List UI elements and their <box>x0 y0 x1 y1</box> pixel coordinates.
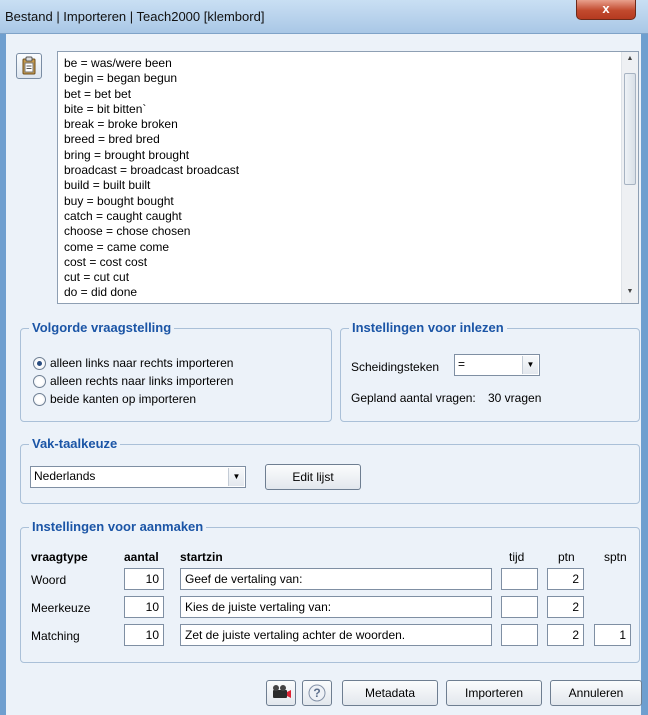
window-title: Bestand | Importeren | Teach2000 [klembo… <box>5 9 265 24</box>
radio-right-to-left-label[interactable]: alleen rechts naar links importeren <box>50 374 233 388</box>
clipboard-line: cost = cost cost <box>64 254 148 269</box>
row-matching-count[interactable]: 10 <box>124 624 164 646</box>
edit-list-button[interactable]: Edit lijst <box>265 464 361 490</box>
row-matching-spoints[interactable]: 1 <box>594 624 631 646</box>
scrollbar-thumb[interactable] <box>624 73 636 185</box>
col-header-count: aantal <box>124 550 159 564</box>
separator-value: = <box>458 357 466 371</box>
paste-clipboard-button[interactable] <box>16 53 42 79</box>
clipboard-line: breed = bred bred <box>64 132 160 147</box>
help-button[interactable]: ? <box>302 680 332 706</box>
row-matching-type: Matching <box>31 629 80 643</box>
radio-both-ways[interactable] <box>33 393 46 406</box>
row-woord-points[interactable]: 2 <box>547 568 584 590</box>
clipboard-icon <box>22 56 36 75</box>
row-meerkeuze-type: Meerkeuze <box>31 601 91 615</box>
radio-right-to-left[interactable] <box>33 375 46 388</box>
row-woord-count[interactable]: 10 <box>124 568 164 590</box>
col-header-type: vraagtype <box>31 550 88 564</box>
clipboard-line: bite = bit bitten` <box>64 101 147 116</box>
inlezen-title: Instellingen voor inlezen <box>349 320 507 335</box>
separator-label: Scheidingsteken <box>351 360 440 374</box>
row-woord-type: Woord <box>31 573 67 587</box>
chevron-down-icon[interactable]: ▼ <box>522 356 538 374</box>
col-header-points: ptn <box>558 550 575 564</box>
projector-icon <box>273 685 291 698</box>
clipboard-line: build = built built <box>64 178 151 193</box>
clipboard-line: cut = cut cut <box>64 270 130 285</box>
metadata-button[interactable]: Metadata <box>342 680 438 706</box>
row-woord-time[interactable] <box>501 568 538 590</box>
clipboard-line: come = came come <box>64 239 170 254</box>
col-header-time: tijd <box>509 550 525 564</box>
volgorde-title: Volgorde vraagstelling <box>29 320 175 335</box>
language-select[interactable]: Nederlands ▼ <box>30 466 246 488</box>
video-help-button[interactable] <box>266 680 296 706</box>
row-matching-start[interactable]: Zet de juiste vertaling achter de woorde… <box>180 624 492 646</box>
scroll-down-icon[interactable]: ▼ <box>622 288 638 295</box>
chevron-down-icon[interactable]: ▼ <box>228 468 244 486</box>
row-meerkeuze-time[interactable] <box>501 596 538 618</box>
clipboard-line: do = did done <box>64 285 138 300</box>
radio-left-to-right-label[interactable]: alleen links naar rechts importeren <box>50 356 233 370</box>
radio-left-to-right[interactable] <box>33 357 46 370</box>
aanmaken-title: Instellingen voor aanmaken <box>29 519 207 534</box>
radio-both-ways-label[interactable]: beide kanten op importeren <box>50 392 196 406</box>
col-header-spoints: sptn <box>604 550 627 564</box>
row-meerkeuze-count[interactable]: 10 <box>124 596 164 618</box>
planned-count-value: 30 vragen <box>488 391 542 405</box>
clipboard-line: bet = bet bet <box>64 86 132 101</box>
row-woord-start[interactable]: Geef de vertaling van: <box>180 568 492 590</box>
vertical-scrollbar[interactable]: ▲ ▼ <box>621 52 638 303</box>
separator-select[interactable]: = ▼ <box>454 354 540 376</box>
row-meerkeuze-start[interactable]: Kies de juiste vertaling van: <box>180 596 492 618</box>
row-meerkeuze-points[interactable]: 2 <box>547 596 584 618</box>
row-matching-time[interactable] <box>501 624 538 646</box>
cancel-button[interactable]: Annuleren <box>550 680 642 706</box>
clipboard-line: begin = began begun <box>64 71 178 86</box>
clipboard-line: bring = brought brought <box>64 147 190 162</box>
clipboard-line: buy = bought bought <box>64 193 174 208</box>
question-mark-icon: ? <box>308 684 326 702</box>
clipboard-line: broadcast = broadcast broadcast <box>64 163 240 178</box>
clipboard-textarea[interactable]: be = was/were been begin = began begun bet… <box>57 51 639 304</box>
language-value: Nederlands <box>34 469 96 483</box>
close-button[interactable]: x <box>576 0 636 20</box>
col-header-start: startzin <box>180 550 223 564</box>
clipboard-lines: be = was/were been begin = began begun bet… <box>64 56 239 301</box>
clipboard-line: catch = caught caught <box>64 208 182 223</box>
import-window: Bestand | Importeren | Teach2000 [klembo… <box>0 0 648 715</box>
row-matching-points[interactable]: 2 <box>547 624 584 646</box>
scroll-up-icon[interactable]: ▲ <box>622 55 638 62</box>
clipboard-line: break = broke broken <box>64 117 178 132</box>
svg-text:?: ? <box>313 686 320 700</box>
import-button[interactable]: Importeren <box>446 680 542 706</box>
clipboard-line: choose = chose chosen <box>64 224 191 239</box>
vak-title: Vak-taalkeuze <box>29 436 121 451</box>
planned-count-label: Gepland aantal vragen: <box>351 391 476 405</box>
clipboard-line: be = was/were been <box>64 56 172 70</box>
title-bar: Bestand | Importeren | Teach2000 [klembo… <box>0 0 648 34</box>
